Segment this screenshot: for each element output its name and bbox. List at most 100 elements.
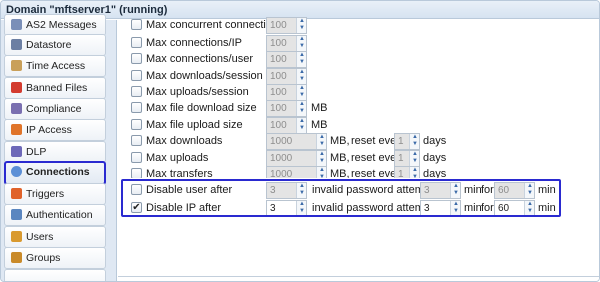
sidebar-item-as2-messages[interactable]: AS2 Messages [4,14,106,36]
spinner-arrows[interactable]: ▲ ▼ [409,134,419,149]
sidebar-item-label: Groups [26,252,61,264]
sidebar-item-label: Users [26,231,54,243]
chevron-up-icon[interactable]: ▲ [318,167,326,174]
max-file-download-size-spinner[interactable]: 100 ▲ ▼ [266,100,307,117]
spinner-arrows[interactable]: ▲ ▼ [409,151,419,166]
sidebar-item-banned-files[interactable]: Banned Files [4,77,106,99]
chevron-up-icon[interactable]: ▲ [298,85,306,92]
max-file-upload-size-spinner[interactable]: 100 ▲ ▼ [266,117,307,134]
chevron-up-icon[interactable]: ▲ [298,18,306,25]
setting-label: Max connections/user [146,53,253,65]
sidebar-item-groups[interactable]: Groups [4,247,106,269]
max-connections-user-spinner[interactable]: 100 ▲ ▼ [266,51,307,68]
chevron-down-icon[interactable]: ▼ [298,108,306,115]
setting-label: Max uploads [146,152,209,164]
chevron-down-icon[interactable]: ▼ [318,141,326,148]
spinner-value: 1 [398,136,404,147]
chevron-up-icon[interactable]: ▲ [298,118,306,125]
as2-messages-icon [11,19,22,30]
chevron-down-icon[interactable]: ▼ [298,76,306,83]
chevron-down-icon[interactable]: ▼ [298,92,306,99]
setting-row-max-uploads: Max uploads 1000 ▲ ▼ MB, reset every 1 ▲ ▼ d… [118,150,599,167]
max-downloads-session-spinner[interactable]: 100 ▲ ▼ [266,68,307,85]
max-downloads-spinner[interactable]: 1000 ▲ ▼ [266,133,327,150]
spinner-arrows[interactable]: ▲ ▼ [316,134,326,149]
setting-row-max-uploads-session: Max uploads/session 100 ▲ ▼ [118,84,599,101]
chevron-up-icon[interactable]: ▲ [298,52,306,59]
chevron-up-icon[interactable]: ▲ [411,151,419,158]
sidebar-item-connections[interactable]: Connections [4,161,106,185]
spinner-arrows[interactable]: ▲ ▼ [296,85,306,100]
spinner-arrows[interactable]: ▲ ▼ [296,36,306,51]
chevron-down-icon[interactable]: ▼ [298,25,306,32]
connections-icon [11,166,22,177]
spinner-arrows[interactable]: ▲ ▼ [296,18,306,33]
chevron-down-icon[interactable]: ▼ [411,158,419,165]
setting-label: Max downloads [146,135,223,147]
max-connections-user-checkbox[interactable] [131,53,142,64]
chevron-up-icon[interactable]: ▲ [318,151,326,158]
sidebar-item-label: Triggers [26,188,65,200]
spinner-arrows[interactable]: ▲ ▼ [296,118,306,133]
chevron-down-icon[interactable]: ▼ [298,59,306,66]
setting-row-max-concurrent-connections: Max concurrent connections 100 ▲ ▼ [118,17,599,34]
setting-row-max-downloads-session: Max downloads/session 100 ▲ ▼ [118,68,599,85]
max-uploads-spinner[interactable]: 1000 ▲ ▼ [266,150,327,167]
sidebar-item-users[interactable]: Users [4,226,106,248]
sidebar-item-compliance[interactable]: Compliance [4,98,106,120]
max-concurrent-connections-checkbox[interactable] [131,19,142,30]
chevron-up-icon[interactable]: ▲ [298,36,306,43]
spinner-arrows[interactable]: ▲ ▼ [296,69,306,84]
max-uploads-checkbox[interactable] [131,152,142,163]
reset-unit: days [423,135,447,147]
panel-bottom-border [118,276,599,277]
max-uploads-session-checkbox[interactable] [131,86,142,97]
chevron-down-icon[interactable]: ▼ [318,158,326,165]
max-downloads-session-checkbox[interactable] [131,70,142,81]
banned-files-icon [11,82,22,93]
chevron-up-icon[interactable]: ▲ [411,167,419,174]
sidebar-item-more[interactable] [4,269,106,281]
spinner-arrows[interactable]: ▲ ▼ [296,101,306,116]
unit-label: MB [311,119,328,131]
sidebar-item-label: Authentication [26,209,93,221]
sidebar-item-ip-access[interactable]: IP Access [4,119,106,141]
max-uploads-session-spinner[interactable]: 100 ▲ ▼ [266,84,307,101]
max-connections-ip-spinner[interactable]: 100 ▲ ▼ [266,35,307,52]
sidebar-item-datastore[interactable]: Datastore [4,34,106,56]
datastore-icon [11,39,22,50]
unit-label: MB, [330,135,350,147]
max-connections-ip-checkbox[interactable] [131,37,142,48]
domain-window: Domain "mftserver1" (running) AS2 Messag… [0,0,600,282]
chevron-up-icon[interactable]: ▲ [298,69,306,76]
max-uploads-reset-spinner[interactable]: 1 ▲ ▼ [394,150,420,167]
max-file-download-size-checkbox[interactable] [131,102,142,113]
sidebar-item-label: Compliance [26,103,82,115]
chevron-down-icon[interactable]: ▼ [298,43,306,50]
spinner-value: 100 [270,38,287,49]
authentication-icon [11,209,22,220]
chevron-up-icon[interactable]: ▲ [318,134,326,141]
max-file-upload-size-checkbox[interactable] [131,119,142,130]
spinner-arrows[interactable]: ▲ ▼ [296,52,306,67]
sidebar-item-dlp[interactable]: DLP [4,141,106,163]
setting-label: Max downloads/session [146,70,263,82]
sidebar-item-triggers[interactable]: Triggers [4,183,106,205]
setting-row-max-file-upload-size: Max file upload size 100 ▲ ▼ MB [118,117,599,134]
chevron-up-icon[interactable]: ▲ [411,134,419,141]
sidebar-item-label: DLP [26,146,47,158]
spinner-value: 1000 [270,136,293,147]
spinner-arrows[interactable]: ▲ ▼ [316,151,326,166]
chevron-down-icon[interactable]: ▼ [411,141,419,148]
chevron-up-icon[interactable]: ▲ [298,101,306,108]
setting-label: Max uploads/session [146,86,249,98]
unit-label: MB [311,102,328,114]
groups-icon [11,252,22,263]
max-downloads-reset-spinner[interactable]: 1 ▲ ▼ [394,133,420,150]
max-concurrent-connections-spinner[interactable]: 100 ▲ ▼ [266,17,307,34]
compliance-icon [11,103,22,114]
chevron-down-icon[interactable]: ▼ [298,125,306,132]
max-downloads-checkbox[interactable] [131,135,142,146]
sidebar-item-time-access[interactable]: Time Access [4,55,106,77]
sidebar-item-authentication[interactable]: Authentication [4,204,106,226]
